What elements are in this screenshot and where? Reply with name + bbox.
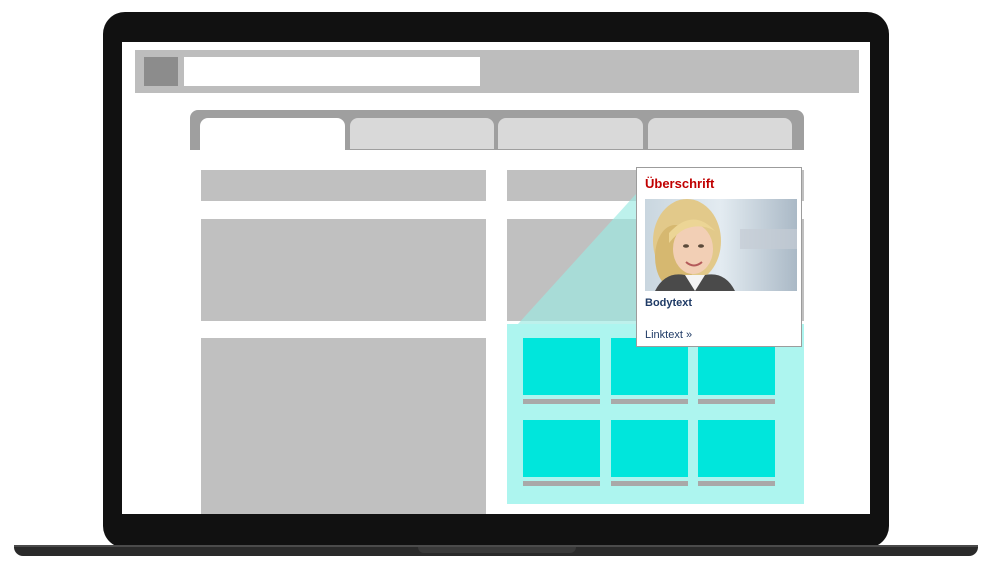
teaser-tile-6[interactable] bbox=[698, 420, 775, 477]
laptop-screen: Überschrift Bodytext Linktext » bbox=[122, 42, 870, 514]
teaser-tile-caption-2 bbox=[611, 399, 688, 404]
teaser-tile-4[interactable] bbox=[523, 420, 600, 477]
teaser-tile-caption-1 bbox=[523, 399, 600, 404]
laptop-notch bbox=[418, 547, 576, 553]
teaser-tile-1[interactable] bbox=[523, 338, 600, 395]
teaser-tile-caption-6 bbox=[698, 481, 775, 486]
card-link[interactable]: Linktext » bbox=[645, 329, 692, 341]
teaser-popup-card[interactable]: Überschrift Bodytext Linktext » bbox=[636, 167, 802, 347]
teaser-tile-5[interactable] bbox=[611, 420, 688, 477]
card-photo bbox=[645, 199, 797, 291]
teaser-tile-caption-3 bbox=[698, 399, 775, 404]
card-title: Überschrift bbox=[645, 176, 715, 191]
teaser-tile-caption-4 bbox=[523, 481, 600, 486]
teaser-tile-caption-5 bbox=[611, 481, 688, 486]
card-bodytext: Bodytext bbox=[645, 297, 693, 309]
